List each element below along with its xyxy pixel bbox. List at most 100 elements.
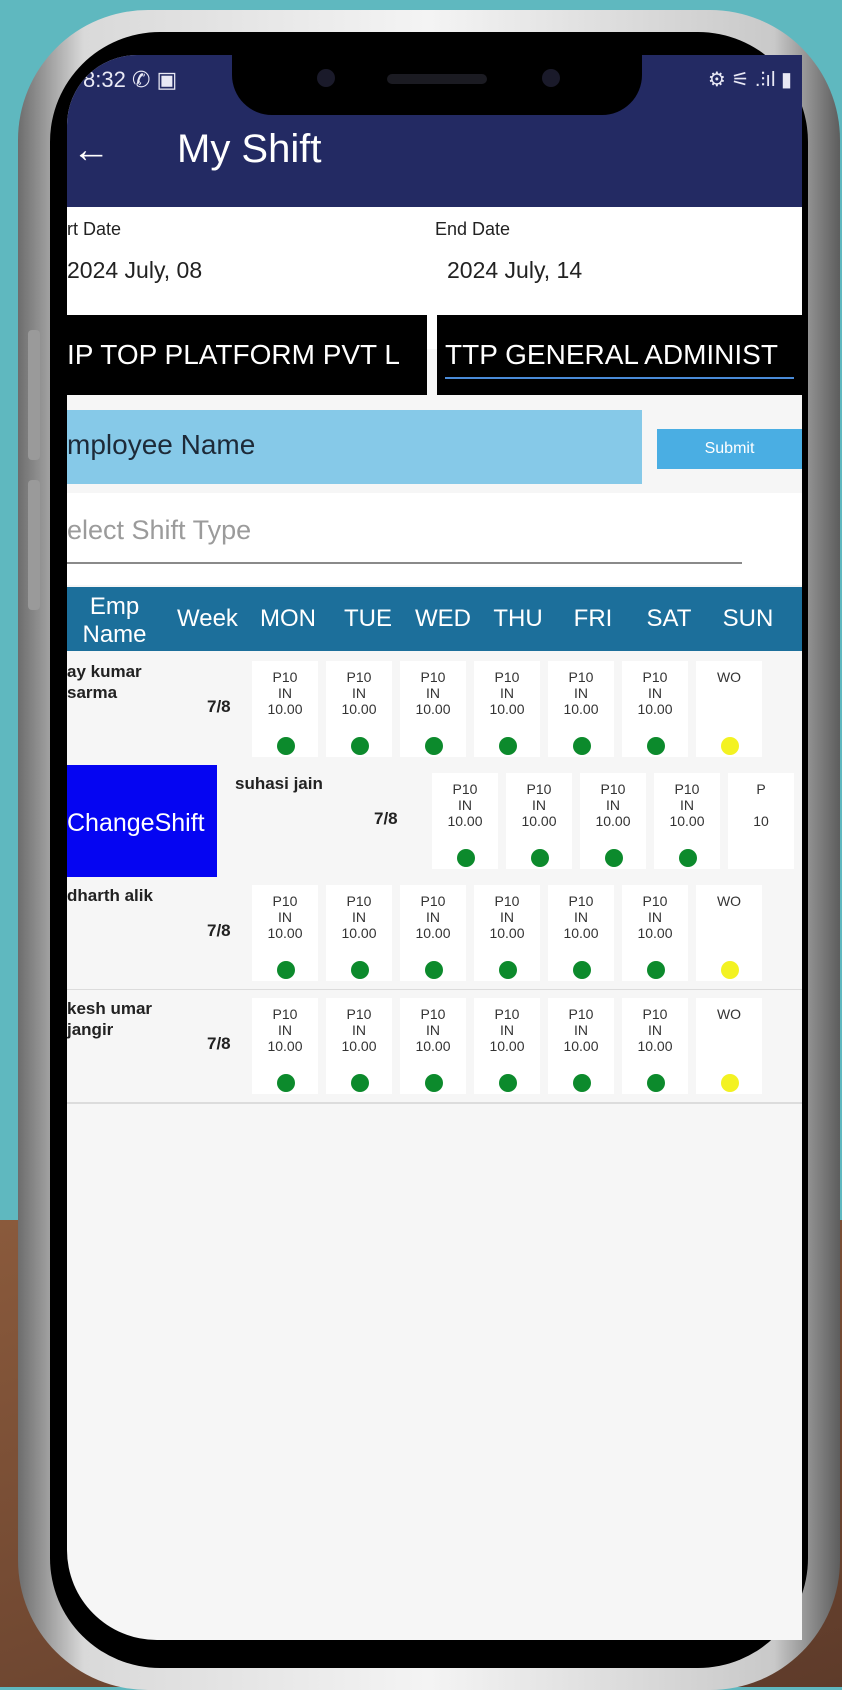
shift-code: P10 [600,781,626,797]
shift-type: IN [426,1022,440,1038]
shift-code: P10 [346,1006,372,1022]
header-mon: MON [260,605,316,632]
header-emp-name: Emp Name [82,593,147,648]
present-status-dot [351,961,369,979]
shift-code: P10 [494,669,520,685]
shift-code: P10 [272,1006,298,1022]
employee-name: ay kumar sarma [67,662,142,702]
week-count: 7/8 [207,921,231,940]
employee-name: kesh umar jangir [67,999,153,1039]
shift-cell[interactable]: P10 IN 10.00 [474,885,540,981]
shift-cell[interactable]: P10 IN 10.00 [622,661,688,757]
shift-cell[interactable]: P10 IN 10.00 [400,998,466,1094]
shift-time: 10.00 [637,925,673,941]
present-status-dot [277,961,295,979]
shift-cell[interactable]: P10 IN 10.00 [548,885,614,981]
shift-type: IN [606,797,620,813]
shift-code: P10 [346,893,372,909]
shift-code: P10 [494,1006,520,1022]
present-status-dot [647,737,665,755]
shift-cell[interactable]: WO [696,885,762,981]
shift-code: P10 [568,1006,594,1022]
shift-code: P10 [642,893,668,909]
header-wed: WED [415,605,471,632]
week-count: 7/8 [207,697,231,716]
shift-code: P [756,781,766,797]
week-count: 7/8 [374,809,398,828]
volume-up-button [28,330,40,460]
shift-time: 10.00 [595,813,631,829]
shift-cell[interactable]: P10 IN 10.00 [252,998,318,1094]
shift-cell[interactable]: P10 IN 10.00 [474,661,540,757]
shift-cell[interactable]: P10 IN 10.00 [400,661,466,757]
change-shift-button[interactable]: ChangeShift [67,765,217,877]
shift-cell[interactable]: P10 IN 10.00 [506,773,572,869]
present-status-dot [351,1074,369,1092]
company-dropdown-value: IP TOP PLATFORM PVT L [67,339,401,370]
shift-cell[interactable]: WO [696,998,762,1094]
shift-type-underline [67,562,742,564]
shift-time: 10.00 [267,925,303,941]
employee-name-input[interactable]: mployee Name [67,410,642,484]
present-status-dot [499,737,517,755]
shift-code: P10 [526,781,552,797]
department-dropdown[interactable]: TTP GENERAL ADMINIST [437,315,802,395]
present-status-dot [277,1074,295,1092]
shift-type: IN [426,909,440,925]
shift-cell[interactable]: P10 IN 10.00 [326,661,392,757]
present-status-dot [499,1074,517,1092]
shift-time: 10.00 [267,701,303,717]
header-tue: TUE [344,605,392,632]
employee-name-placeholder: mployee Name [67,429,256,460]
shift-time: 10.00 [563,925,599,941]
shift-cell[interactable]: P10 IN 10.00 [252,885,318,981]
shift-cell[interactable]: P10 IN 10.00 [252,661,318,757]
present-status-dot [679,849,697,867]
shift-cell[interactable]: P10 IN 10.00 [622,885,688,981]
shift-cell[interactable]: P10 IN 10.00 [548,661,614,757]
shift-type [696,685,762,701]
shift-cell[interactable]: P10 IN 10.00 [622,998,688,1094]
shift-time: 10.00 [341,701,377,717]
status-time: 8:32 ✆ ▣ [83,67,178,92]
header-thu: THU [493,605,543,632]
shift-cell[interactable]: P10 IN 10.00 [654,773,720,869]
shift-type [728,797,794,813]
week-off-status-dot [721,1074,739,1092]
shift-type: IN [278,909,292,925]
shift-type: IN [352,909,366,925]
shift-type: IN [574,1022,588,1038]
present-status-dot [647,1074,665,1092]
present-status-dot [277,737,295,755]
shift-time: 10.00 [415,1038,451,1054]
company-dropdown[interactable]: IP TOP PLATFORM PVT L [67,315,427,395]
shift-cell[interactable]: P10 IN 10.00 [400,885,466,981]
camera-notch [232,55,642,115]
shift-cell[interactable]: P10 IN 10.00 [326,998,392,1094]
shift-type: IN [278,1022,292,1038]
shift-time: 10.00 [669,813,705,829]
shift-type-select[interactable]: elect Shift Type [67,515,251,546]
shift-cell[interactable]: WO [696,661,762,757]
shift-type: IN [352,685,366,701]
back-arrow-icon[interactable]: ← [72,129,110,172]
present-status-dot [531,849,549,867]
shift-code: P10 [674,781,700,797]
shift-time: 10.00 [489,701,525,717]
end-date-value[interactable]: 2024 July, 14 [447,257,582,284]
table-row: kesh umar jangir 7/8 P10 IN 10.00 P10 IN 10.00 P… [67,990,802,1104]
shift-code: WO [716,1006,742,1022]
shift-code: P10 [642,1006,668,1022]
present-status-dot [647,961,665,979]
shift-cell[interactable]: P10 IN 10.00 [474,998,540,1094]
submit-button[interactable]: Submit [657,429,802,469]
shift-cell[interactable]: P10 IN 10.00 [548,998,614,1094]
shift-cell[interactable]: P10 IN 10.00 [580,773,646,869]
shift-cell[interactable]: P 10 [728,773,794,869]
shift-time: 10.00 [489,1038,525,1054]
shift-time: 10.00 [415,701,451,717]
shift-cell[interactable]: P10 IN 10.00 [432,773,498,869]
shift-cell[interactable]: P10 IN 10.00 [326,885,392,981]
department-underline [445,377,794,379]
start-date-value[interactable]: 2024 July, 08 [67,257,202,284]
